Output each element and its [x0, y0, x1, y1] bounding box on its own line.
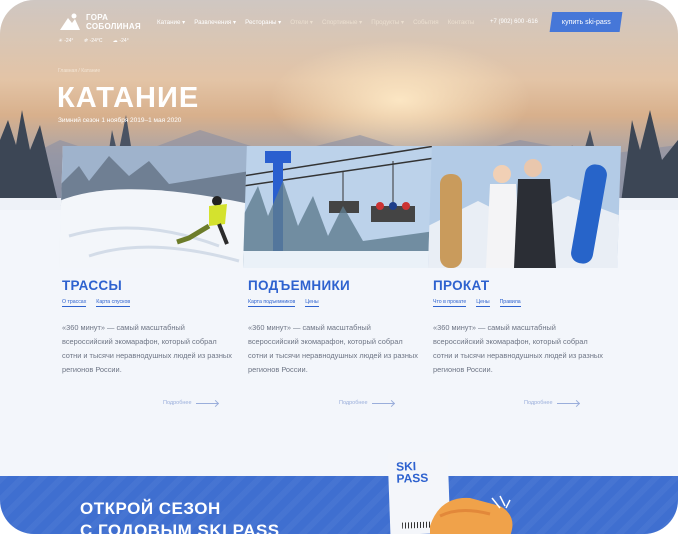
nav-item-katanie[interactable]: Катание ▾ [157, 19, 185, 26]
section-title[interactable]: ПОДЪЕМНИКИ [248, 278, 428, 293]
page-frame: ГОРА СОБОЛИНАЯ ✳ -24° ❄ -24°C ☁ -24° Катани… [0, 0, 678, 534]
season-dates: Зимний сезон 1 ноября 2019–1 мая 2020 [58, 117, 182, 124]
snow-icon: ❄ [83, 38, 88, 44]
logo-line2: СОБОЛИНАЯ [86, 22, 141, 31]
link-lift-map[interactable]: Карта подъемников [248, 299, 296, 307]
arrow-right-icon [556, 402, 579, 404]
logo-line1: ГОРА [86, 13, 109, 22]
section-podyemniki: ПОДЪЕМНИКИ Карта подъемников Цены «360 м… [248, 278, 428, 377]
cloud-icon: ☁ [112, 38, 118, 44]
section-description: «360 минут» — самый масштабный всероссий… [433, 323, 603, 374]
mountain-logo-icon [60, 13, 80, 30]
weather-item: ☁ -24° [112, 38, 128, 44]
weather-value: -24° [119, 38, 129, 44]
section-title[interactable]: ПРОКАТ [433, 278, 613, 293]
promo-title: ОТКРОЙ СЕЗОН С ГОДОВЫМ SKI PASS [80, 498, 280, 534]
more-label: Подробнее [524, 400, 553, 406]
link-about-trails[interactable]: О трассах [62, 299, 87, 307]
more-link-trassy[interactable]: Подробнее [163, 400, 218, 406]
link-trail-map[interactable]: Карта спусков [96, 299, 131, 307]
rental-photo[interactable] [428, 146, 621, 268]
arrow-right-icon [371, 402, 394, 404]
skier-photo[interactable] [59, 146, 250, 268]
weather-value: -24° [64, 38, 74, 44]
section-trassy: ТРАССЫ О трассах Карта спусков «360 мину… [62, 278, 242, 377]
phone-link[interactable]: +7 (902) 600 -616 [490, 19, 538, 25]
more-label: Подробнее [339, 400, 368, 406]
link-rental-items[interactable]: Что в прокате [433, 299, 467, 307]
promo-title-line1: ОТКРОЙ СЕЗОН [80, 499, 221, 518]
hand-glove-icon [430, 495, 513, 534]
skipass-card-line2: PASS [396, 470, 429, 486]
nav-item-produkty[interactable]: Продукты ▾ [371, 19, 404, 26]
barcode-icon [402, 521, 431, 529]
logo-text: ГОРА СОБОЛИНАЯ [86, 13, 141, 31]
nav-item-razvlecheniya[interactable]: Развлечения ▾ [194, 19, 236, 26]
section-description: «360 минут» — самый масштабный всероссий… [62, 323, 232, 374]
link-rental-prices[interactable]: Цены [476, 299, 490, 307]
breadcrumb[interactable]: Главная / Катание [58, 68, 100, 74]
arrow-right-icon [195, 402, 218, 404]
skipass-card-text: SKI PASS [396, 459, 429, 486]
promo-title-line2: С ГОДОВЫМ SKI PASS [80, 521, 280, 534]
weather-item: ✳ -24° [58, 38, 73, 44]
weather-bar: ✳ -24° ❄ -24°C ☁ -24° [58, 38, 129, 44]
nav-item-oteli[interactable]: Отели ▾ [290, 19, 313, 26]
nav-item-sport[interactable]: Спортивные ▾ [322, 19, 362, 26]
nav-item-restorany[interactable]: Рестораны ▾ [245, 19, 281, 26]
more-link-prokat[interactable]: Подробнее [524, 400, 579, 406]
buy-skipass-button[interactable]: купить ski-pass [549, 12, 623, 32]
buy-skipass-label: купить ski-pass [561, 18, 611, 26]
nav-item-sobytiya[interactable]: События [413, 19, 439, 26]
logo[interactable]: ГОРА СОБОЛИНАЯ [58, 12, 141, 32]
section-links: Что в прокате Цены Правила [433, 299, 613, 307]
more-link-podyemniki[interactable]: Подробнее [339, 400, 394, 406]
section-links: Карта подъемников Цены [248, 299, 428, 307]
temperature-icon: ✳ [58, 38, 63, 44]
section-links: О трассах Карта спусков [62, 299, 242, 307]
more-label: Подробнее [163, 400, 192, 406]
main-nav: Катание ▾ Развлечения ▾ Рестораны ▾ Отел… [157, 19, 474, 26]
page-title: КАТАНИЕ [57, 82, 200, 114]
section-title[interactable]: ТРАССЫ [62, 278, 242, 293]
link-lift-prices[interactable]: Цены [305, 299, 319, 307]
section-prokat: ПРОКАТ Что в прокате Цены Правила «360 м… [433, 278, 613, 377]
section-description: «360 минут» — самый масштабный всероссий… [248, 323, 418, 374]
lift-photo[interactable] [243, 146, 435, 268]
weather-item: ❄ -24°C [83, 38, 102, 44]
nav-item-kontakty[interactable]: Контакты [448, 19, 475, 26]
link-rental-rules[interactable]: Правила [499, 299, 521, 307]
weather-value: -24°C [89, 38, 103, 44]
